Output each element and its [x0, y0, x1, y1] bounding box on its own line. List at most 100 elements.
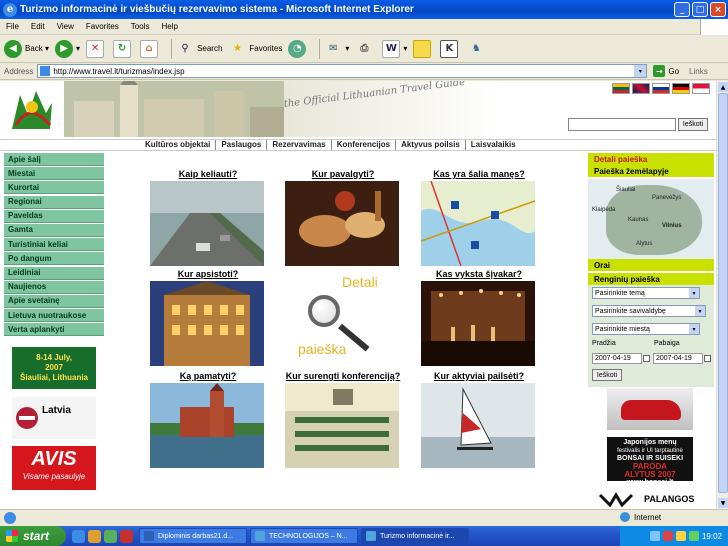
- leftnav-item[interactable]: Verta aplankyti: [4, 323, 104, 337]
- grid-heading[interactable]: Kur apsistoti?: [150, 269, 266, 280]
- leftnav-item[interactable]: Naujienos: [4, 280, 104, 294]
- menu-favorites[interactable]: Favorites: [80, 22, 125, 31]
- topnav-conferences[interactable]: Konferencijos: [332, 140, 397, 150]
- refresh-button[interactable]: ↻: [113, 39, 134, 58]
- leftnav-item[interactable]: Apie svetainę: [4, 294, 104, 308]
- menu-help[interactable]: Help: [155, 22, 183, 31]
- grid-heading[interactable]: Kur aktyviai pailsėti?: [421, 371, 537, 382]
- map-city[interactable]: Alytus: [636, 241, 652, 247]
- topnav-culture[interactable]: Kultūros objektai: [140, 140, 217, 150]
- leftnav-item[interactable]: Kurortai: [4, 181, 104, 195]
- events-search-button[interactable]: Ieškoti: [592, 369, 622, 381]
- city-select[interactable]: Pasirinkite miestą ▾: [592, 323, 700, 335]
- leftnav-item[interactable]: Lietuva nuotraukose: [4, 309, 104, 323]
- grid-heading[interactable]: Ką pamatyti?: [150, 371, 266, 382]
- calendar-icon[interactable]: [643, 355, 650, 362]
- history-button[interactable]: ◔: [288, 39, 309, 58]
- flag-germany[interactable]: [672, 83, 690, 94]
- back-button[interactable]: ◀ Back ▾: [4, 39, 49, 58]
- highway-photo[interactable]: [150, 181, 264, 266]
- go-button[interactable]: → Go: [653, 65, 679, 77]
- task-technologies[interactable]: TECHNOLOGIJOS – N...: [250, 528, 358, 544]
- close-button[interactable]: ×: [710, 2, 726, 17]
- links-button[interactable]: Links: [689, 67, 708, 76]
- leftnav-item[interactable]: Apie šalį: [4, 153, 104, 166]
- grid-heading[interactable]: Kas yra šalia manęs?: [421, 169, 537, 180]
- flag-russia[interactable]: [652, 83, 670, 94]
- research-button[interactable]: K: [440, 39, 461, 58]
- print-button[interactable]: ⎙: [355, 40, 376, 58]
- concert-photo[interactable]: [421, 281, 535, 366]
- messenger-tray-icon[interactable]: [675, 531, 686, 541]
- grid-cell-food[interactable]: Kur pavalgyti?: [285, 169, 401, 268]
- latvia-banner-ad[interactable]: Latvia: [12, 397, 96, 439]
- calendar-icon[interactable]: [704, 355, 711, 362]
- bonsai-banner-ad[interactable]: Japonijos menų festivalis ir UI tarptaut…: [607, 437, 693, 486]
- address-dropdown-icon[interactable]: ▾: [634, 65, 647, 77]
- avis-banner-ad[interactable]: AVIS Visame pasaulyje: [12, 446, 96, 490]
- search-button[interactable]: ⚲ Search: [176, 40, 222, 58]
- grid-cell-stay[interactable]: Kur apsistoti?: [150, 269, 266, 368]
- messenger-button[interactable]: ♞: [467, 40, 488, 58]
- task-tourism-ie[interactable]: Turizmo informacinė ir...: [361, 528, 469, 544]
- grid-cell-active[interactable]: Kur aktyviai pailsėti?: [421, 371, 537, 470]
- mail-button[interactable]: ✉ ▾: [324, 40, 349, 58]
- lithuania-map[interactable]: Šiauliai Panevėžys Klaipėda Kaunas Vilni…: [588, 179, 714, 259]
- conference-photo[interactable]: [285, 383, 399, 468]
- task-word-doc[interactable]: Diplominis darbas21.d...: [139, 528, 247, 544]
- leftnav-item[interactable]: Leidiniai: [4, 266, 104, 280]
- grid-cell-conference[interactable]: Kur surengti konferenciją?: [285, 371, 401, 470]
- edit-button[interactable]: W ▾: [382, 39, 407, 58]
- detailed-search-link[interactable]: Detali paieška: [588, 153, 714, 165]
- grid-heading[interactable]: Kas vyksta šįvakar?: [421, 269, 537, 280]
- home-button[interactable]: ⌂: [140, 39, 161, 58]
- flag-poland[interactable]: [692, 83, 710, 94]
- site-search-input[interactable]: [568, 118, 676, 131]
- grid-cell-nearby[interactable]: Kas yra šalia manęs?: [420, 169, 537, 268]
- menu-edit[interactable]: Edit: [25, 22, 51, 31]
- topnav-services[interactable]: Paslaugos: [216, 140, 268, 150]
- map-city[interactable]: Panevėžys: [652, 195, 681, 201]
- weather-link[interactable]: Orai: [588, 259, 714, 271]
- food-photo[interactable]: [285, 181, 399, 266]
- app-quicklaunch-icon[interactable]: [120, 529, 133, 543]
- topnav-active-leisure[interactable]: Aktyvus poilsis: [396, 140, 466, 150]
- menu-file[interactable]: File: [0, 22, 25, 31]
- map-city[interactable]: Šiauliai: [616, 187, 635, 193]
- leftnav-item[interactable]: Turistiniai keliai: [4, 238, 104, 252]
- leftnav-item[interactable]: Po dangum: [4, 252, 104, 266]
- antivirus-icon[interactable]: [662, 531, 673, 541]
- municipality-select[interactable]: Pasirinkite savivaldybę ▾: [592, 305, 706, 317]
- map-city[interactable]: Vilnius: [662, 223, 682, 229]
- menu-tools[interactable]: Tools: [125, 22, 156, 31]
- grid-heading[interactable]: Kur surengti konferenciją?: [285, 371, 401, 382]
- detailed-search-graphic[interactable]: Detali paieška: [296, 271, 396, 361]
- grid-cell-events[interactable]: Kas vyksta šįvakar?: [421, 269, 537, 368]
- grid-cell-sights[interactable]: Ką pamatyti?: [150, 371, 266, 470]
- flag-lithuania[interactable]: [612, 83, 630, 94]
- theme-select[interactable]: Pasirinkite temą ▾: [592, 287, 700, 299]
- stop-button[interactable]: ✕: [86, 39, 107, 58]
- start-button[interactable]: start: [0, 526, 66, 546]
- flag-uk[interactable]: [632, 83, 650, 94]
- end-date-input[interactable]: 2007-04-19: [653, 353, 703, 364]
- grid-cell-travel[interactable]: Kaip keliauti?: [150, 169, 266, 268]
- ie-quicklaunch-icon[interactable]: [72, 529, 85, 543]
- discuss-button[interactable]: [413, 39, 434, 58]
- windsurf-photo[interactable]: [421, 383, 535, 468]
- map-city[interactable]: Kaunas: [628, 217, 648, 223]
- address-input[interactable]: http://www.travel.lt/turizmas/index.jsp …: [37, 64, 648, 78]
- topnav-leisure[interactable]: Laisvalaikis: [466, 140, 521, 150]
- map-search-link[interactable]: Paieška žemėlapyje: [588, 165, 714, 177]
- volume-icon[interactable]: [688, 531, 699, 541]
- vertical-scrollbar[interactable]: ▲ ▼: [716, 81, 728, 509]
- scroll-thumb[interactable]: [718, 93, 728, 493]
- leftnav-item[interactable]: Paveldas: [4, 209, 104, 223]
- network-icon[interactable]: [649, 531, 660, 541]
- leftnav-item[interactable]: Gamta: [4, 223, 104, 237]
- car-banner-ad[interactable]: [607, 388, 693, 430]
- map-city[interactable]: Klaipėda: [592, 207, 615, 213]
- minimize-button[interactable]: _: [674, 2, 690, 17]
- site-search-button[interactable]: Ieškoti: [678, 118, 708, 131]
- media-quicklaunch-icon[interactable]: [104, 529, 117, 543]
